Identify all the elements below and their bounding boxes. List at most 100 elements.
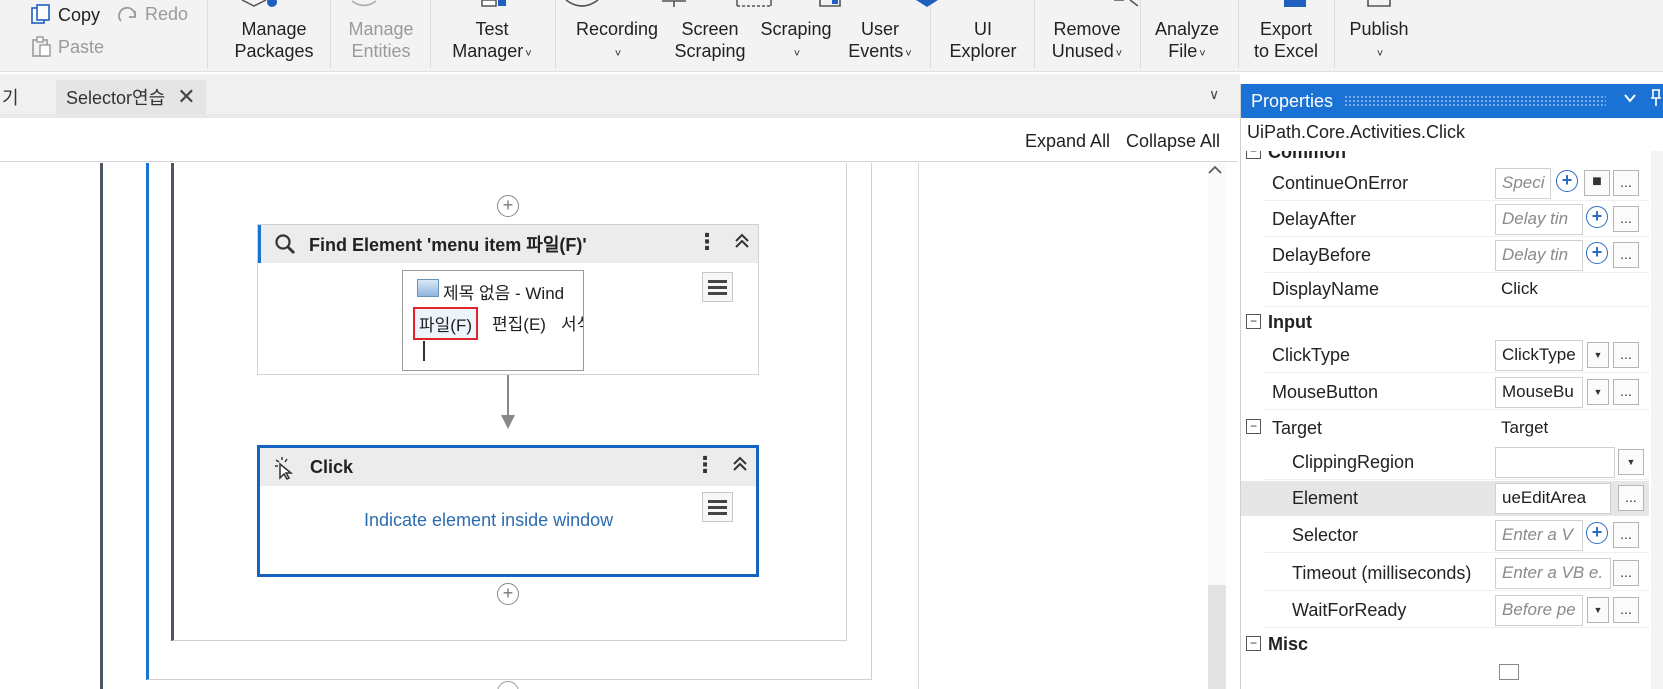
ellipsis-button[interactable]: ... [1613,242,1639,268]
chevron-down-icon[interactable] [1623,91,1637,105]
clicktype-field[interactable]: ClickType [1495,340,1583,371]
misc-checkbox[interactable] [1499,664,1519,680]
ribbon-separator [930,0,931,68]
add-activity-icon[interactable] [497,681,519,689]
delaybefore-field[interactable]: Delay tin [1495,240,1583,271]
activity-menu-icon[interactable] [702,272,733,302]
displayname-field[interactable]: Click [1495,274,1583,305]
property-row-waitforready[interactable]: WaitForReady Before pe ▼ ... [1241,593,1649,628]
analyze-file-button[interactable]: Analyze File ˅ [1145,18,1229,65]
collapse-toggle-icon[interactable]: − [1246,419,1261,434]
properties-header: Properties [1241,84,1663,118]
collapse-chevron-icon[interactable] [732,456,748,472]
expand-all-button[interactable]: Expand All [1025,131,1110,152]
collapse-all-button[interactable]: Collapse All [1126,131,1220,152]
category-input[interactable]: − Input [1241,306,1649,338]
ellipsis-button[interactable]: ... [1618,485,1644,511]
element-field[interactable]: ueEditArea [1495,483,1611,514]
collapse-toggle-icon[interactable]: − [1246,314,1261,329]
ribbon-separator [1140,0,1141,68]
designer-scrollbar-thumb[interactable] [1208,585,1226,689]
manage-packages-button[interactable]: Manage Packages [232,18,316,62]
recording-button[interactable]: Recording ˅ [570,18,664,65]
scraping-button[interactable]: Scraping ˅ [754,18,838,65]
dropdown-arrow-icon[interactable]: ▼ [1587,597,1609,623]
clippingregion-field[interactable] [1495,447,1615,478]
find-element-activity[interactable]: Find Element 'menu item 파일(F)' ⋮ 제목 없음 -… [257,224,759,375]
mousebutton-field[interactable]: MouseBu [1495,377,1583,408]
checkbox-icon[interactable]: ■ [1584,170,1610,196]
scroll-up-icon[interactable] [1208,165,1222,175]
tab-selector-practice[interactable]: Selector연습 ✕ [56,80,206,114]
ellipsis-button[interactable]: ... [1613,379,1639,405]
indicate-element-link[interactable]: Indicate element inside window [364,510,613,531]
property-row-continueonerror[interactable]: ContinueOnError Speci + ■ ... [1241,166,1649,201]
add-variable-icon[interactable]: + [1584,206,1610,232]
tab-list-dropdown-icon[interactable]: ∨ [1209,86,1219,103]
add-variable-icon[interactable]: + [1584,522,1610,548]
properties-scrollbar[interactable] [1651,151,1663,689]
target-toggle[interactable]: − [1241,411,1271,443]
collapse-chevron-icon[interactable] [734,233,750,249]
add-variable-icon[interactable]: + [1584,242,1610,268]
dropdown-arrow-icon[interactable]: ▼ [1587,379,1609,405]
workflow-canvas[interactable]: + Find Element 'menu item 파일(F)' ⋮ 제목 없음… [0,163,1226,689]
property-row-delaybefore[interactable]: DelayBefore Delay tin + ... [1241,238,1649,273]
close-icon[interactable]: ✕ [177,86,195,108]
waitforready-field[interactable]: Before pe [1495,595,1583,626]
paste-icon [32,36,51,57]
selector-field[interactable]: Enter a V [1495,520,1583,551]
more-options-icon[interactable]: ⋮ [694,453,716,477]
test-manager-button[interactable]: Test Manager ˅ [446,18,538,65]
drag-grip[interactable] [1344,95,1606,107]
copy-label: Copy [58,4,101,25]
paste-button[interactable]: Paste [30,36,104,58]
continueonerror-field[interactable]: Speci [1495,168,1551,199]
ribbon-label-line1: Recording [575,19,659,39]
add-activity-icon[interactable]: + [497,583,519,605]
dropdown-arrow-icon[interactable]: ▼ [1587,342,1609,368]
redo-button[interactable]: Redo [115,4,188,25]
ribbon-separator [1334,0,1335,68]
dropdown-arrow-icon[interactable]: ▼ [1618,449,1644,475]
add-activity-icon[interactable]: + [497,195,519,217]
ui-explorer-button[interactable]: UI Explorer [940,18,1026,62]
property-row-delayafter[interactable]: DelayAfter Delay tin + ... [1241,202,1649,237]
property-row-selector[interactable]: Selector Enter a V + ... [1241,518,1649,553]
more-options-icon[interactable]: ⋮ [696,230,718,254]
activity-menu-icon[interactable] [702,492,733,522]
ellipsis-button[interactable]: ... [1613,342,1639,368]
collapse-toggle-icon[interactable]: − [1246,636,1261,651]
copy-button[interactable]: Copy [30,4,100,26]
manage-entities-button[interactable]: Manage Entities [340,18,422,62]
ellipsis-button[interactable]: ... [1613,597,1639,623]
property-name: Timeout (milliseconds) [1292,563,1472,583]
search-icon [275,234,295,254]
ellipsis-button[interactable]: ... [1613,206,1639,232]
ribbon-label-line2: Entities [351,41,411,61]
export-to-excel-button[interactable]: Export to Excel [1244,18,1328,62]
publish-button[interactable]: Publish ˅ [1340,18,1418,65]
property-row-target[interactable]: − Target Target [1241,411,1649,446]
delayafter-field[interactable]: Delay tin [1495,204,1583,235]
category-misc[interactable]: − Misc [1241,628,1649,660]
pin-icon[interactable] [1649,88,1663,108]
user-events-button[interactable]: User Events ˅ [842,18,918,65]
property-row-clicktype[interactable]: ClickType ClickType ▼ ... [1241,338,1649,373]
property-row-clippingregion[interactable]: ClippingRegion ▼ [1241,445,1649,480]
remove-unused-button[interactable]: Remove Unused ˅ [1044,18,1130,65]
click-activity[interactable]: Click ⋮ Indicate element inside window [257,445,759,577]
add-variable-icon[interactable]: + [1554,170,1580,196]
property-row-element-selected[interactable]: Element ueEditArea ... [1241,481,1649,516]
tab-previous[interactable]: 기 [2,84,19,110]
ellipsis-button[interactable]: ... [1613,522,1639,548]
timeout-field[interactable]: Enter a VB e. [1495,558,1611,589]
property-row-displayname[interactable]: DisplayName Click [1241,272,1649,307]
ellipsis-button[interactable]: ... [1613,170,1639,196]
collapse-toggle-icon[interactable]: − [1246,151,1261,159]
ellipsis-button[interactable]: ... [1613,560,1639,586]
screen-scraping-button[interactable]: Screen Scraping [668,18,752,62]
property-row-timeout[interactable]: Timeout (milliseconds) Enter a VB e. ... [1241,556,1649,591]
chevron-down-icon: ˅ [793,48,801,60]
property-row-mousebutton[interactable]: MouseButton MouseBu ▼ ... [1241,375,1649,410]
